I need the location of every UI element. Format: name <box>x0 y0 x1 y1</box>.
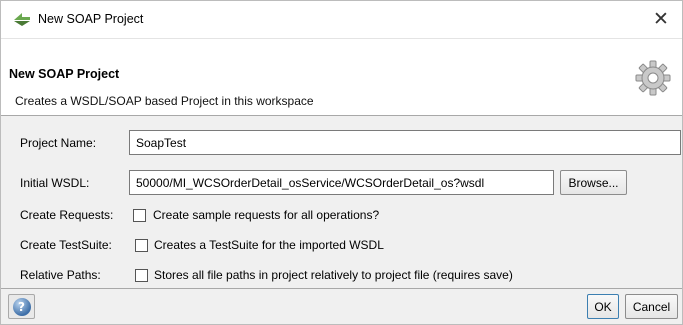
project-name-label: Project Name: <box>20 136 97 150</box>
initial-wsdl-label: Initial WSDL: <box>20 176 90 190</box>
soapui-logo-icon <box>14 13 30 26</box>
gear-icon <box>635 60 671 96</box>
create-testsuite-text: Creates a TestSuite for the imported WSD… <box>154 238 384 252</box>
create-requests-text: Create sample requests for all operation… <box>153 208 380 222</box>
help-icon: ? <box>12 297 31 316</box>
create-testsuite-checkbox[interactable] <box>135 239 148 252</box>
title-bar: New SOAP Project ✕ <box>1 1 682 38</box>
help-button[interactable]: ? <box>8 294 35 319</box>
dialog-footer: ? OK Cancel <box>1 289 682 324</box>
cancel-button[interactable]: Cancel <box>625 294 678 319</box>
project-name-input[interactable]: SoapTest <box>129 130 681 155</box>
create-requests-checkbox[interactable] <box>133 209 146 222</box>
header-title: New SOAP Project <box>9 67 120 81</box>
create-testsuite-label: Create TestSuite: <box>20 238 112 252</box>
initial-wsdl-input[interactable]: 50000/MI_WCSOrderDetail_osService/WCSOrd… <box>129 170 554 195</box>
ok-button[interactable]: OK <box>587 294 619 319</box>
relative-paths-text: Stores all file paths in project relativ… <box>154 268 513 282</box>
browse-button[interactable]: Browse... <box>560 170 627 195</box>
window-title: New SOAP Project <box>38 12 144 26</box>
close-button[interactable]: ✕ <box>640 1 682 37</box>
new-soap-project-dialog: New SOAP Project ✕ New SOAP Project Crea… <box>0 0 683 325</box>
close-icon: ✕ <box>653 8 669 30</box>
relative-paths-checkbox[interactable] <box>135 269 148 282</box>
dialog-header: New SOAP Project Creates a WSDL/SOAP bas… <box>1 38 682 116</box>
project-form: Project Name: SoapTest Initial WSDL: 500… <box>1 117 682 289</box>
header-description: Creates a WSDL/SOAP based Project in thi… <box>15 94 314 108</box>
create-requests-label: Create Requests: <box>20 208 114 222</box>
relative-paths-label: Relative Paths: <box>20 268 101 282</box>
